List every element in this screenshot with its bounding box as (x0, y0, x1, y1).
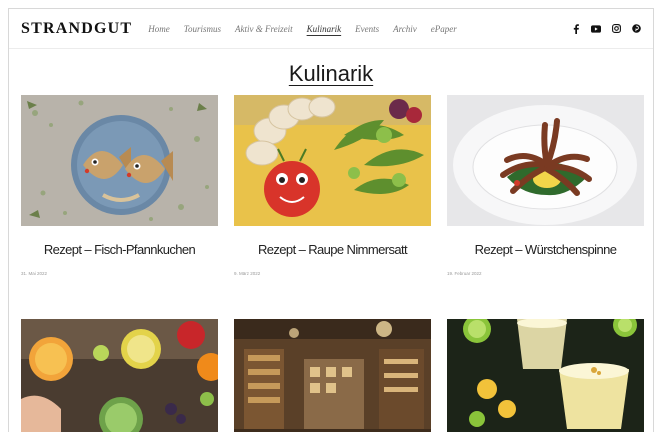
article-image-juices[interactable] (21, 319, 218, 432)
article-card (447, 319, 644, 432)
instagram-icon[interactable] (611, 24, 621, 34)
article-title[interactable]: Rezept – Fisch-Pfannkuchen (21, 242, 218, 257)
article-image-cocktails[interactable] (447, 319, 644, 432)
article-date: 9. März 2022 (234, 271, 261, 276)
article-image-fisch-pfannkuchen[interactable] (21, 95, 218, 226)
nav-archiv[interactable]: Archiv (393, 24, 417, 34)
article-title[interactable]: Rezept – Raupe Nimmersatt (234, 242, 431, 257)
site-logo[interactable]: STRANDGUT (21, 20, 132, 38)
article-card: Rezept – Raupe Nimmersatt 9. März 2022 (234, 95, 431, 276)
top-navigation-bar: STRANDGUT Home Tourismus Aktiv & Freizei… (9, 9, 653, 49)
article-image-raupe-nimmersatt[interactable] (234, 95, 431, 226)
nav-epaper[interactable]: ePaper (431, 24, 457, 34)
youtube-icon[interactable] (591, 24, 601, 34)
article-image-interior[interactable] (234, 319, 431, 432)
article-date: 19. Februar 2022 (447, 271, 482, 276)
nav-aktiv-freizeit[interactable]: Aktiv & Freizeit (235, 24, 293, 34)
article-card: Rezept – Würstchenspinne 19. Februar 202… (447, 95, 644, 276)
page-title: Kulinarik (288, 61, 374, 86)
article-card (21, 319, 218, 432)
pinterest-icon[interactable] (631, 24, 641, 34)
nav-events[interactable]: Events (355, 24, 379, 34)
article-image-wuerstchenspinne[interactable] (447, 95, 644, 226)
browser-page: STRANDGUT Home Tourismus Aktiv & Freizei… (8, 8, 654, 432)
article-date: 31. Mai 2022 (21, 271, 48, 276)
nav-tourismus[interactable]: Tourismus (184, 24, 221, 34)
facebook-icon[interactable] (571, 23, 581, 34)
main-nav: Home Tourismus Aktiv & Freizeit Kulinari… (148, 24, 571, 34)
article-title[interactable]: Rezept – Würstchenspinne (447, 242, 644, 257)
nav-kulinarik[interactable]: Kulinarik (307, 24, 342, 34)
nav-home[interactable]: Home (148, 24, 170, 34)
social-links (571, 23, 641, 34)
article-card: Rezept – Fisch-Pfannkuchen 31. Mai 2022 (21, 95, 218, 276)
article-card (234, 319, 431, 432)
